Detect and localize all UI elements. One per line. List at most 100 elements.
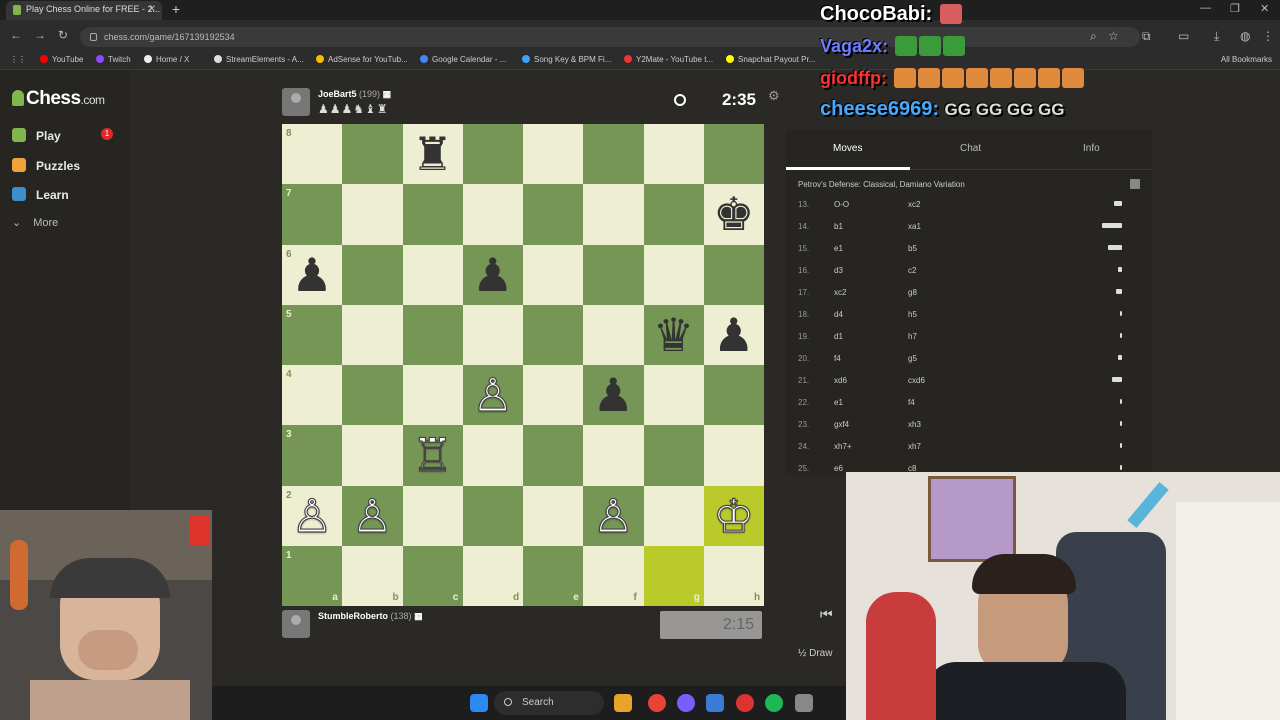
taskbar-app-icon[interactable] <box>677 694 695 712</box>
first-move-icon[interactable]: ⏮ <box>820 606 842 630</box>
apps-icon[interactable]: ⋮⋮ <box>10 55 26 64</box>
site-info-icon[interactable] <box>90 33 97 41</box>
bookmark-y2mate[interactable]: Y2Mate - YouTube t... <box>624 55 713 64</box>
square-h6[interactable] <box>703 244 764 305</box>
reload-icon[interactable]: ↻ <box>58 28 68 42</box>
menu-icon[interactable]: ⋮ <box>1262 29 1274 43</box>
square-g8[interactable] <box>643 124 704 185</box>
avatar[interactable] <box>282 88 310 116</box>
all-bookmarks[interactable]: All Bookmarks <box>1221 55 1272 64</box>
square-e2[interactable] <box>523 485 584 546</box>
gear-icon[interactable]: ⚙ <box>768 88 780 104</box>
black-queen-g5[interactable]: ♛ <box>644 305 704 365</box>
square-b8[interactable] <box>342 124 403 185</box>
black-move[interactable]: xh7 <box>908 442 921 451</box>
square-d7[interactable] <box>462 184 523 245</box>
square-d5[interactable] <box>462 304 523 365</box>
square-c2[interactable] <box>402 485 463 546</box>
white-pawn-b2[interactable]: ♙ <box>342 486 402 546</box>
white-move[interactable]: gxf4 <box>834 420 849 429</box>
sidepanel-icon[interactable]: ▭ <box>1178 29 1189 43</box>
white-move[interactable]: e6 <box>834 464 843 473</box>
square-f3[interactable] <box>583 425 644 486</box>
white-move[interactable]: f4 <box>834 354 841 363</box>
black-move[interactable]: b5 <box>908 244 917 253</box>
bookmark-adsense[interactable]: AdSense for YouTub... <box>316 55 408 64</box>
new-tab-button[interactable]: + <box>168 1 184 17</box>
chess-board[interactable]: 8 7 6 5 4 3 2 1 a b c d e f g h ♜ ♚ ♟ ♟ ♛ ♟ ♙ ♟ ♖ ♙ ♙ ♙ ♔ <box>282 124 764 606</box>
square-c6[interactable] <box>402 244 463 305</box>
settings-icon[interactable] <box>795 694 813 712</box>
avatar[interactable] <box>282 610 310 638</box>
square-d8[interactable] <box>462 124 523 185</box>
white-pawn-f2[interactable]: ♙ <box>583 486 643 546</box>
square-b6[interactable] <box>342 244 403 305</box>
sidebar-item-play[interactable]: Play <box>12 128 61 143</box>
square-g3[interactable] <box>643 425 704 486</box>
black-pawn-d6[interactable]: ♟ <box>463 245 523 305</box>
taskbar-app-icon[interactable] <box>706 694 724 712</box>
square-b7[interactable] <box>342 184 403 245</box>
black-move[interactable]: xh3 <box>908 420 921 429</box>
minimize-icon[interactable]: — <box>1200 2 1211 14</box>
close-window-icon[interactable]: ✕ <box>1260 2 1269 15</box>
square-g2[interactable] <box>643 485 704 546</box>
forward-icon[interactable]: → <box>34 28 46 42</box>
white-pawn-a2[interactable]: ♙ <box>282 486 342 546</box>
white-move[interactable]: d1 <box>834 332 843 341</box>
black-move[interactable]: f4 <box>908 398 915 407</box>
square-e8[interactable] <box>523 124 584 185</box>
taskbar-app-icon[interactable] <box>736 694 754 712</box>
tab-moves[interactable]: Moves <box>833 143 862 154</box>
white-move[interactable]: d4 <box>834 310 843 319</box>
white-move[interactable]: d3 <box>834 266 843 275</box>
square-h3[interactable] <box>703 425 764 486</box>
tab-chat[interactable]: Chat <box>960 143 981 154</box>
white-move[interactable]: e1 <box>834 398 843 407</box>
tab-info[interactable]: Info <box>1083 143 1100 154</box>
black-move[interactable]: xa1 <box>908 222 921 231</box>
white-rook-c3[interactable]: ♖ <box>403 425 463 485</box>
square-e7[interactable] <box>523 184 584 245</box>
bookmark-google-calendar[interactable]: Google Calendar - ... <box>420 55 506 64</box>
square-e3[interactable] <box>523 425 584 486</box>
square-b3[interactable] <box>342 425 403 486</box>
square-f5[interactable] <box>583 304 644 365</box>
square-g6[interactable] <box>643 244 704 305</box>
book-icon[interactable] <box>1130 179 1140 189</box>
chess-logo[interactable]: Chess.com <box>12 88 105 110</box>
sidebar-item-learn[interactable]: Learn <box>12 187 69 202</box>
white-move[interactable]: xc2 <box>834 288 846 297</box>
bookmark-snapchat[interactable]: Snapchat Payout Pr... <box>726 55 815 64</box>
square-h8[interactable] <box>703 124 764 185</box>
square-e4[interactable] <box>523 365 584 426</box>
square-c4[interactable] <box>402 365 463 426</box>
white-move[interactable]: b1 <box>834 222 843 231</box>
white-move[interactable]: xh7+ <box>834 442 852 451</box>
taskbar-search[interactable]: Search <box>494 691 604 715</box>
maximize-icon[interactable]: ❐ <box>1230 2 1240 15</box>
taskbar-app-icon[interactable] <box>614 694 632 712</box>
square-f6[interactable] <box>583 244 644 305</box>
black-move[interactable]: g5 <box>908 354 917 363</box>
bookmark-streamelements[interactable]: StreamElements - A... <box>214 55 304 64</box>
black-move[interactable]: h5 <box>908 310 917 319</box>
square-h4[interactable] <box>703 365 764 426</box>
windows-icon[interactable] <box>470 694 488 712</box>
black-king-h7[interactable]: ♚ <box>704 184 764 244</box>
white-move[interactable]: O-O <box>834 200 849 209</box>
bookmark-x[interactable]: Home / X <box>144 55 189 64</box>
square-g7[interactable] <box>643 184 704 245</box>
square-d3[interactable] <box>462 425 523 486</box>
black-move[interactable]: xc2 <box>908 200 920 209</box>
square-e6[interactable] <box>523 244 584 305</box>
square-c7[interactable] <box>402 184 463 245</box>
browser-tab[interactable]: Play Chess Online for FREE - 2... ✕ <box>6 1 162 20</box>
bookmark-song-key[interactable]: Song Key & BPM Fi... <box>522 55 611 64</box>
square-e5[interactable] <box>523 304 584 365</box>
square-b5[interactable] <box>342 304 403 365</box>
black-pawn-h5[interactable]: ♟ <box>704 305 764 365</box>
top-player-name[interactable]: JoeBart5 (199) ▦ <box>318 89 391 100</box>
black-pawn-f4[interactable]: ♟ <box>583 365 643 425</box>
sidebar-item-puzzles[interactable]: Puzzles <box>12 158 80 173</box>
